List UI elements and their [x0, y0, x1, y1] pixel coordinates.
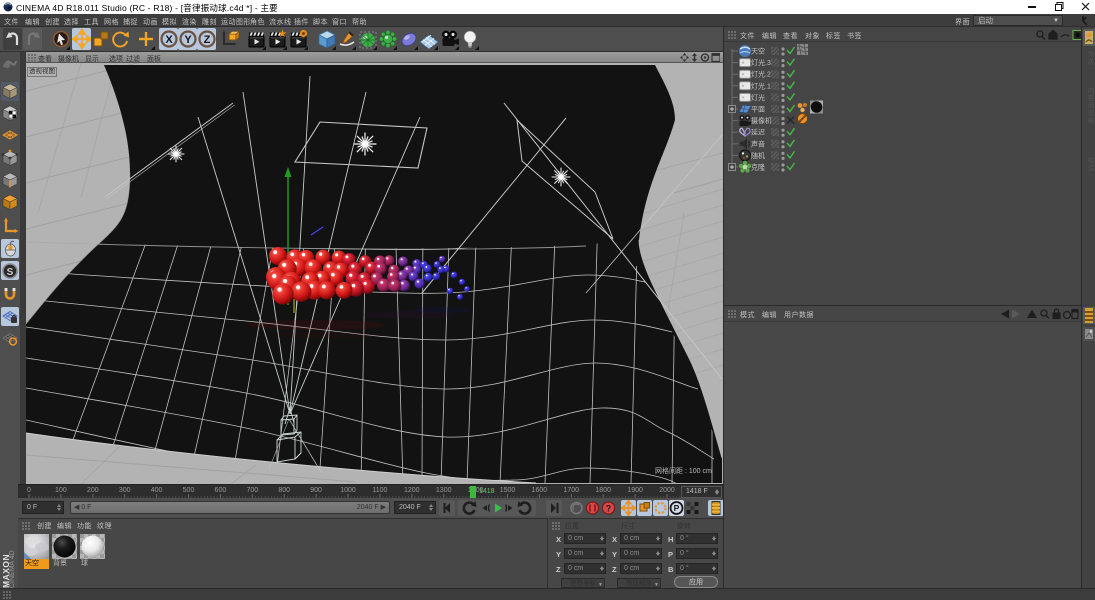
svg-text:500: 500: [183, 487, 195, 494]
svg-text:灯光.2: 灯光.2: [751, 70, 771, 79]
svg-text:X: X: [165, 34, 173, 46]
svg-text:天空: 天空: [751, 47, 765, 56]
svg-text:900: 900: [310, 487, 322, 494]
svg-text:Z: Z: [204, 34, 211, 46]
svg-text:1500: 1500: [500, 487, 516, 494]
svg-text:0: 0: [27, 487, 31, 494]
svg-text:300: 300: [119, 487, 131, 494]
svg-text:灯光: 灯光: [751, 93, 765, 102]
svg-text:P: P: [674, 503, 680, 513]
svg-text:600: 600: [215, 487, 227, 494]
svg-text:灯光.1: 灯光.1: [751, 81, 771, 90]
svg-text:1900: 1900: [627, 487, 643, 494]
svg-text:2000: 2000: [659, 487, 675, 494]
svg-text:400: 400: [151, 487, 163, 494]
svg-text:1600: 1600: [532, 487, 548, 494]
svg-text:1700: 1700: [564, 487, 580, 494]
svg-text:Y: Y: [184, 34, 192, 46]
svg-text:声音: 声音: [751, 139, 765, 148]
svg-text:?: ?: [606, 504, 612, 514]
svg-text:延迟: 延迟: [751, 128, 765, 137]
svg-text:摄像机: 摄像机: [751, 116, 772, 125]
svg-text:200: 200: [87, 487, 99, 494]
svg-text:平面: 平面: [751, 106, 765, 114]
svg-text:灯光.3: 灯光.3: [751, 58, 771, 67]
svg-text:1418: 1418: [479, 488, 495, 495]
svg-text:1000: 1000: [340, 487, 356, 494]
svg-text:1200: 1200: [404, 487, 420, 494]
svg-text:1100: 1100: [372, 487, 387, 494]
svg-text:100: 100: [55, 487, 67, 494]
svg-text:随机: 随机: [751, 151, 765, 160]
svg-text:800: 800: [278, 487, 290, 494]
svg-text:1300: 1300: [436, 487, 452, 494]
svg-text:1800: 1800: [595, 487, 611, 494]
svg-text:S: S: [7, 267, 14, 278]
svg-text:克隆: 克隆: [751, 163, 765, 172]
svg-text:700: 700: [246, 487, 258, 494]
